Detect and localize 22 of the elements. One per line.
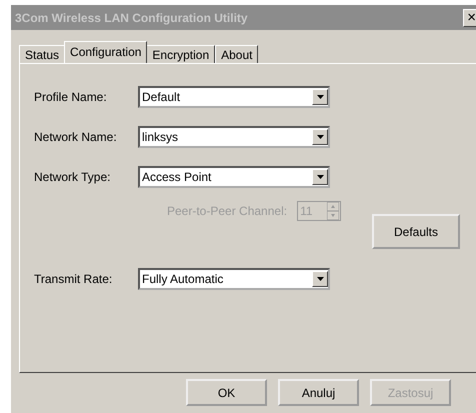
tab[interactable]: Configuration	[64, 41, 148, 63]
tab[interactable]: About	[215, 45, 258, 63]
dropdown[interactable]: Default	[138, 86, 330, 108]
field-label: Transmit Rate:	[34, 272, 114, 286]
caret-icon	[316, 277, 324, 281]
caret-icon	[316, 135, 324, 139]
field-label: Network Type:	[34, 170, 112, 184]
dialog-button[interactable]: Anuluj	[278, 379, 359, 406]
dropdown[interactable]: Access Point	[138, 166, 330, 188]
caret-icon	[316, 175, 324, 179]
dropdown[interactable]: Fully Automatic	[138, 268, 330, 290]
close-button[interactable]: ×	[463, 8, 476, 26]
field-label: Peer-to-Peer Channel:	[167, 204, 288, 218]
caret-icon	[316, 95, 324, 99]
tab[interactable]: Encryption	[146, 45, 216, 63]
dialog-button[interactable]: OK	[186, 379, 267, 406]
defaults-button[interactable]: Defaults	[372, 214, 460, 249]
dropdown[interactable]: linksys	[138, 126, 330, 148]
window-title: 3Com Wireless LAN Configuration Utility	[15, 10, 248, 24]
tab[interactable]: Status	[19, 45, 66, 63]
field-label: Network Name:	[34, 130, 118, 144]
field-label: Profile Name:	[34, 90, 108, 104]
